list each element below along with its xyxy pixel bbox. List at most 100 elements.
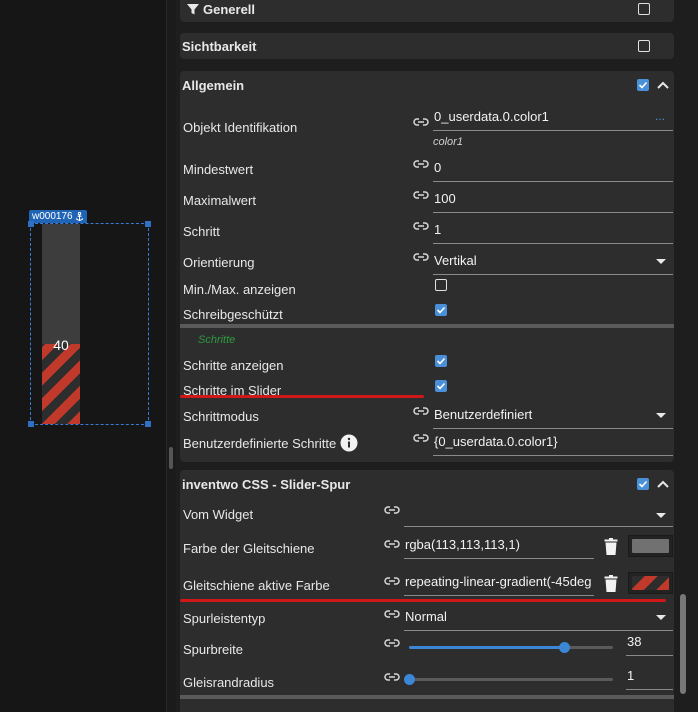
editor-canvas[interactable]: w000176 40 [0, 0, 166, 712]
properties-scrollbar[interactable] [680, 594, 686, 694]
active-color-swatch[interactable] [628, 572, 673, 594]
row-active-color: Gleitschiene aktive Farbe repeating-line… [180, 570, 674, 596]
section-sichtbarkeit-toggle[interactable] [638, 40, 650, 52]
resize-handle-tr[interactable] [145, 221, 151, 227]
widget-id-label: w000176 [32, 211, 73, 222]
section-generell-toggle[interactable] [638, 3, 650, 15]
max-value-label: Maximalwert [183, 193, 256, 208]
link-icon[interactable] [384, 670, 400, 684]
min-value-field[interactable]: 0 [433, 158, 673, 182]
link-icon[interactable] [413, 250, 429, 264]
show-steps-label: Schritte anzeigen [183, 358, 284, 373]
step-label: Schritt [183, 224, 220, 239]
group-divider [180, 324, 674, 328]
caret-down-icon[interactable] [656, 259, 666, 264]
track-color-field[interactable]: rgba(113,113,113,1) [404, 535, 594, 559]
anchor-icon [75, 211, 83, 221]
link-icon[interactable] [413, 219, 429, 233]
track-radius-field[interactable]: 1 [626, 666, 673, 690]
section-generell-header[interactable]: Generell [180, 0, 674, 22]
annotation-underline [180, 599, 666, 602]
active-color-field[interactable]: repeating-linear-gradient(-45deg [404, 572, 594, 596]
track-width-slider-knob[interactable] [559, 642, 571, 653]
show-minmax-checkbox[interactable] [435, 279, 447, 291]
link-icon[interactable] [384, 636, 400, 650]
track-radius-slider-rail[interactable] [409, 678, 613, 681]
group-divider [180, 695, 674, 699]
active-color-swatch-fill [632, 576, 669, 590]
widget-id-badge[interactable]: w000176 [29, 210, 87, 223]
steps-in-slider-checkbox[interactable] [435, 380, 447, 392]
object-id-label: Objekt Identifikation [183, 120, 298, 135]
caret-down-icon[interactable] [656, 413, 666, 418]
track-width-slider-fill [409, 646, 565, 649]
splitter-grip[interactable] [169, 447, 173, 469]
filter-icon [187, 4, 199, 15]
section-inventwo-slider-track: inventwo CSS - Slider-Spur Vom Widget Fa… [180, 470, 674, 712]
readonly-checkbox[interactable] [435, 304, 447, 316]
track-radius-slider-knob[interactable] [404, 674, 415, 685]
track-type-label: Spurleistentyp [183, 611, 266, 626]
link-icon[interactable] [413, 431, 429, 445]
link-icon[interactable] [413, 157, 429, 171]
track-color-swatch-fill [632, 539, 669, 553]
show-steps-checkbox[interactable] [435, 355, 447, 367]
active-color-label: Gleitschiene aktive Farbe [183, 578, 330, 593]
custom-steps-label: Benutzerdefinierte Schritte [183, 436, 337, 451]
section-inventwo-header[interactable]: inventwo CSS - Slider-Spur [180, 470, 674, 498]
properties-panel: Generell Sichtbarkeit Allgemein Objekt I… [176, 0, 698, 712]
track-color-swatch[interactable] [628, 535, 673, 557]
section-allgemein-header[interactable]: Allgemein [180, 71, 674, 99]
show-minmax-label: Min./Max. anzeigen [183, 282, 296, 297]
row-track-type: Spurleistentyp Normal [180, 605, 674, 631]
step-mode-label: Schrittmodus [183, 409, 259, 424]
orientation-select[interactable]: Vertikal [433, 251, 673, 275]
resize-handle-bl[interactable] [28, 421, 34, 427]
group-title-schritte: Schritte [198, 334, 236, 346]
caret-down-icon[interactable] [656, 615, 666, 620]
panel-splitter[interactable] [166, 0, 176, 712]
row-track-radius: Gleisrandradius 1 [180, 668, 674, 694]
vertical-slider-widget[interactable]: 40 [42, 224, 80, 424]
link-icon[interactable] [384, 607, 400, 621]
link-icon[interactable] [413, 188, 429, 202]
row-step: Schritt 1 [180, 218, 674, 244]
link-icon[interactable] [384, 503, 400, 517]
link-icon[interactable] [413, 115, 429, 129]
object-id-hint: color1 [433, 136, 463, 148]
track-type-select[interactable]: Normal [404, 607, 673, 631]
track-width-field[interactable]: 38 [626, 632, 673, 656]
object-id-field[interactable]: 0_userdata.0.color1 [433, 107, 673, 131]
section-sichtbarkeit-header[interactable]: Sichtbarkeit [180, 33, 674, 59]
min-value-label: Mindestwert [183, 162, 254, 177]
custom-steps-field[interactable]: {0_userdata.0.color1} [433, 432, 673, 456]
from-widget-select[interactable] [404, 503, 673, 527]
step-mode-select[interactable]: Benutzerdefiniert [433, 405, 673, 429]
resize-handle-tl[interactable] [28, 221, 34, 227]
trash-icon[interactable] [604, 538, 618, 555]
info-icon[interactable] [340, 434, 358, 452]
link-icon[interactable] [384, 537, 400, 551]
caret-down-icon[interactable] [656, 513, 666, 518]
section-allgemein-toggle[interactable] [637, 79, 649, 91]
track-radius-label: Gleisrandradius [183, 675, 275, 690]
section-inventwo-toggle[interactable] [637, 478, 649, 490]
section-sichtbarkeit: Sichtbarkeit [180, 33, 674, 59]
section-title: Generell [203, 1, 256, 17]
section-allgemein: Allgemein Objekt Identifikation 0_userda… [180, 71, 674, 462]
row-max-value: Maximalwert 100 [180, 187, 674, 213]
row-from-widget: Vom Widget [180, 501, 674, 527]
object-id-more-button[interactable]: ... [655, 109, 665, 123]
chevron-up-icon[interactable] [657, 81, 669, 89]
link-icon[interactable] [413, 404, 429, 418]
row-custom-steps: Benutzerdefinierte Schritte {0_userdata.… [180, 430, 674, 456]
row-show-steps: Schritte anzeigen [180, 352, 674, 378]
trash-icon[interactable] [604, 575, 618, 592]
section-title: inventwo CSS - Slider-Spur [182, 476, 351, 492]
slider-value-label: 40 [53, 337, 69, 353]
resize-handle-br[interactable] [145, 421, 151, 427]
step-field[interactable]: 1 [433, 220, 673, 244]
max-value-field[interactable]: 100 [433, 189, 673, 213]
link-icon[interactable] [384, 574, 400, 588]
chevron-up-icon[interactable] [657, 480, 669, 488]
